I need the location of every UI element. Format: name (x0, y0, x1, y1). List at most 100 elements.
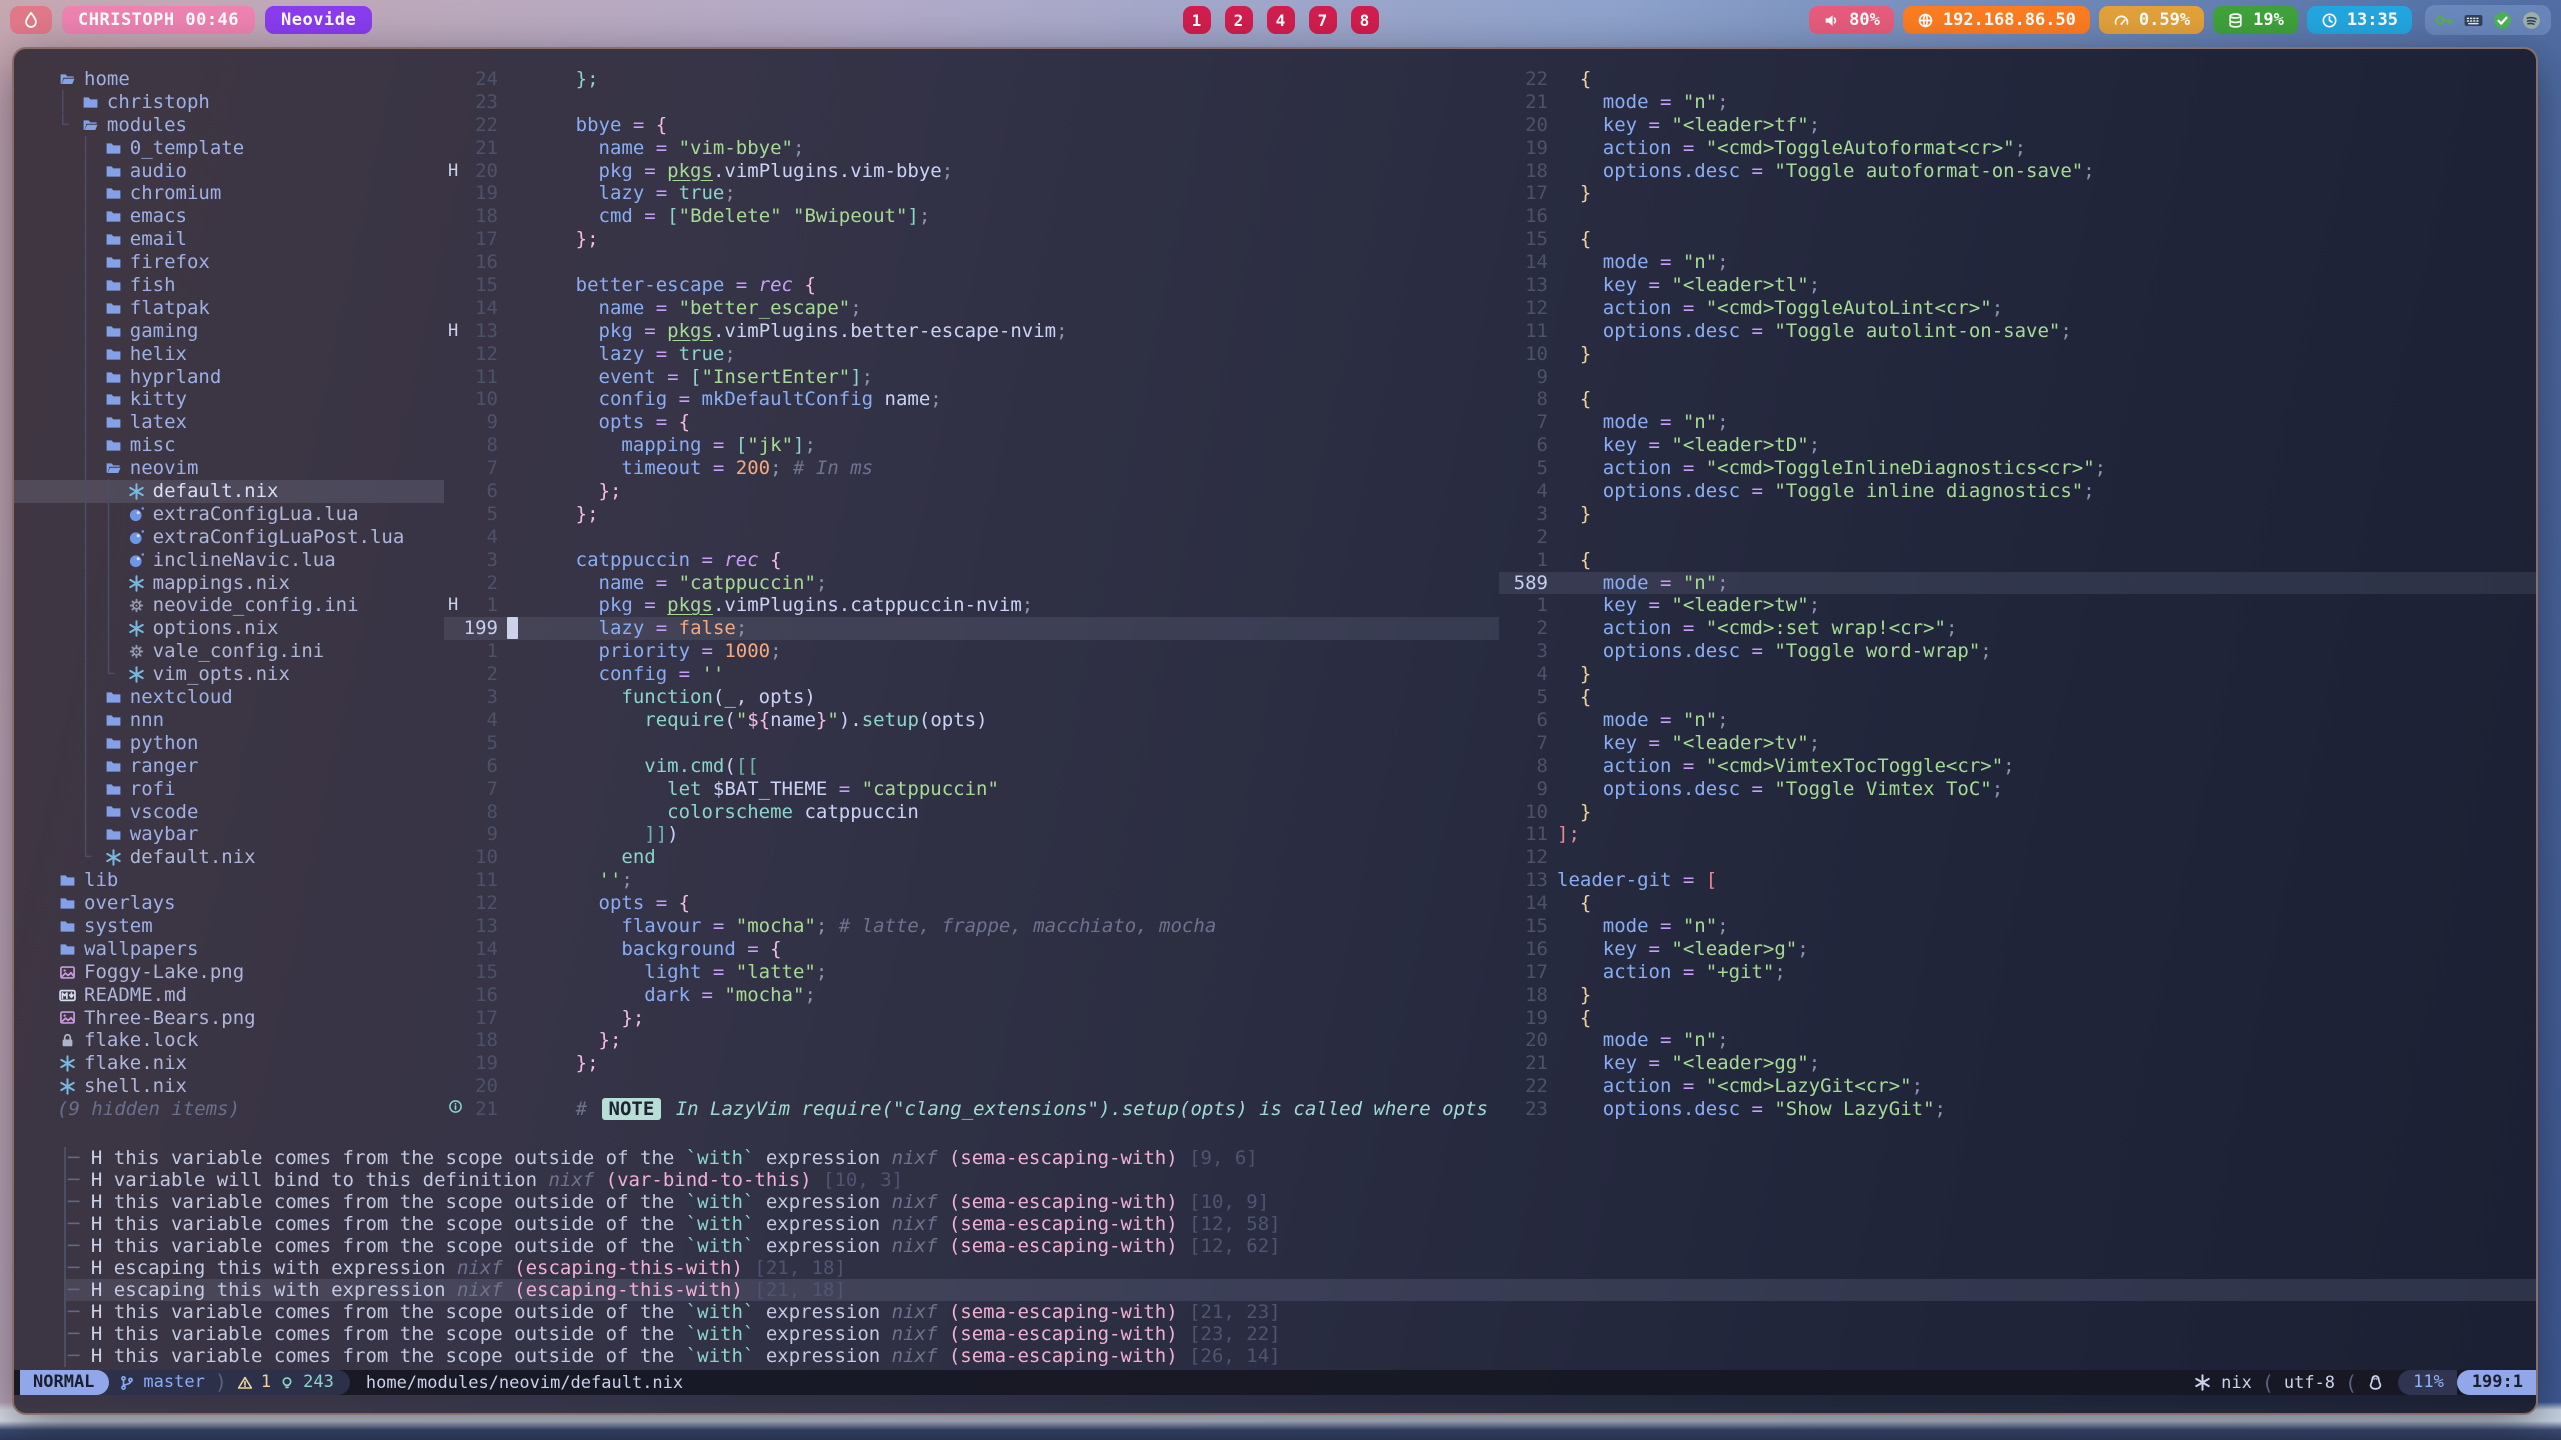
file-tree-item[interactable]: │ nnn (14, 709, 444, 732)
workspace-button-8[interactable]: 8 (1351, 6, 1379, 34)
file-tree-item[interactable]: │ vscode (14, 801, 444, 824)
code-line[interactable]: 6 vim.cmd([[ (444, 755, 1499, 778)
file-tree-item[interactable]: │ gaming (14, 320, 444, 343)
code-line[interactable]: 10 end (444, 846, 1499, 869)
file-tree-item[interactable]: │ fish (14, 274, 444, 297)
code-line[interactable]: 14 mode = "n"; (1499, 251, 2536, 274)
code-line[interactable]: 21 name = "vim-bbye"; (444, 137, 1499, 160)
file-tree-item[interactable]: │ latex (14, 411, 444, 434)
code-line[interactable]: 19 }; (444, 1052, 1499, 1075)
workspace-button-2[interactable]: 2 (1225, 6, 1253, 34)
code-line[interactable]: 18 }; (444, 1029, 1499, 1052)
code-line[interactable]: 16 (444, 251, 1499, 274)
file-tree-item[interactable]: flake.nix (14, 1052, 444, 1075)
diagnostic-row[interactable]: ─ H this variable comes from the scope o… (66, 1301, 2536, 1323)
code-line[interactable]: 19 action = "<cmd>ToggleAutoformat<cr>"; (1499, 137, 2536, 160)
code-line[interactable]: 13 flavour = "mocha"; # latte, frappe, m… (444, 915, 1499, 938)
code-line[interactable]: 17 }; (444, 228, 1499, 251)
file-tree-item[interactable]: │ misc (14, 434, 444, 457)
code-line[interactable]: 17 } (1499, 182, 2536, 205)
code-line[interactable]: 15 { (1499, 228, 2536, 251)
file-tree-item[interactable]: │ christoph (14, 91, 444, 114)
code-line[interactable]: 9 options.desc = "Toggle Vimtex ToC"; (1499, 778, 2536, 801)
code-line[interactable]: 14 background = { (444, 938, 1499, 961)
file-tree-item[interactable]: │ hyprland (14, 366, 444, 389)
file-tree-item[interactable]: │ waybar (14, 823, 444, 846)
code-line[interactable]: 24 }; (444, 68, 1499, 91)
file-tree-item[interactable]: │ ranger (14, 755, 444, 778)
code-line[interactable]: 199 lazy = false; (444, 617, 1499, 640)
code-line[interactable]: 7 key = "<leader>tv"; (1499, 732, 2536, 755)
code-line[interactable]: 18 } (1499, 984, 2536, 1007)
diagnostic-row[interactable]: ─ H variable will bind to this definitio… (66, 1169, 2536, 1191)
file-tree-item[interactable]: │ chromium (14, 182, 444, 205)
code-line[interactable]: 5 }; (444, 503, 1499, 526)
network-module[interactable]: 192.168.86.50 (1903, 6, 2090, 34)
file-tree-item[interactable]: │ │ vale_config.ini (14, 640, 444, 663)
file-tree-item[interactable]: │ python (14, 732, 444, 755)
code-line[interactable]: 2 action = "<cmd>:set wrap!<cr>"; (1499, 617, 2536, 640)
file-tree-item[interactable]: │ helix (14, 343, 444, 366)
file-tree-item[interactable]: │ firefox (14, 251, 444, 274)
code-line[interactable]: 22 action = "<cmd>LazyGit<cr>"; (1499, 1075, 2536, 1098)
keepassxc-tray-icon[interactable] (2434, 10, 2455, 31)
diagnostic-row[interactable]: ─ H this variable comes from the scope o… (66, 1323, 2536, 1345)
code-line[interactable]: 8 mapping = ["jk"]; (444, 434, 1499, 457)
file-tree-item[interactable]: │ email (14, 228, 444, 251)
code-line[interactable]: 589 mode = "n"; (1499, 572, 2536, 595)
code-line[interactable]: 17 action = "+git"; (1499, 961, 2536, 984)
spotify-tray-icon[interactable] (2521, 10, 2542, 31)
code-line[interactable]: 4 (444, 526, 1499, 549)
code-line[interactable]: 14 { (1499, 892, 2536, 915)
code-line[interactable]: 21 mode = "n"; (1499, 91, 2536, 114)
diagnostic-row[interactable]: ─ H escaping this with expression nixf (… (66, 1279, 2536, 1301)
code-line[interactable]: 4 require("${name}").setup(opts) (444, 709, 1499, 732)
code-line[interactable]: 4 } (1499, 663, 2536, 686)
diagnostic-row[interactable]: ─ H escaping this with expression nixf (… (66, 1257, 2536, 1279)
code-line[interactable]: 9 (1499, 366, 2536, 389)
code-line[interactable]: 20 mode = "n"; (1499, 1029, 2536, 1052)
code-line[interactable]: 9 ]]) (444, 823, 1499, 846)
code-line[interactable]: 7 timeout = 200; # In ms (444, 457, 1499, 480)
code-line[interactable]: 14 name = "better_escape"; (444, 297, 1499, 320)
file-tree-item[interactable]: │ │ extraConfigLuaPost.lua (14, 526, 444, 549)
file-tree-item[interactable]: │ │ inclineNavic.lua (14, 549, 444, 572)
workspace-button-7[interactable]: 7 (1309, 6, 1337, 34)
code-line[interactable]: 12 action = "<cmd>ToggleAutoLint<cr>"; (1499, 297, 2536, 320)
editor-pane-right[interactable]: 22 {21 mode = "n";20 key = "<leader>tf";… (1499, 68, 2536, 1127)
file-tree-item[interactable]: Foggy-Lake.png (14, 961, 444, 984)
code-line[interactable]: 22 bbye = { (444, 114, 1499, 137)
diagnostic-row[interactable]: ─ H this variable comes from the scope o… (66, 1345, 2536, 1367)
code-line[interactable]: 11 ''; (444, 869, 1499, 892)
diagnostic-row[interactable]: ─ H this variable comes from the scope o… (66, 1191, 2536, 1213)
code-line[interactable]: 21 key = "<leader>gg"; (1499, 1052, 2536, 1075)
code-line[interactable]: 17 }; (444, 1007, 1499, 1030)
file-tree-item[interactable]: overlays (14, 892, 444, 915)
cpu-module[interactable]: 0.59% (2099, 6, 2204, 34)
updates-tray-icon[interactable] (2492, 10, 2513, 31)
code-line[interactable]: 2 name = "catppuccin"; (444, 572, 1499, 595)
code-line[interactable]: 20 (444, 1075, 1499, 1098)
file-tree-item[interactable]: Three-Bears.png (14, 1007, 444, 1030)
keyboard-tray-icon[interactable] (2463, 10, 2484, 31)
code-line[interactable]: 13 key = "<leader>tl"; (1499, 274, 2536, 297)
code-line[interactable]: 7 let $BAT_THEME = "catppuccin" (444, 778, 1499, 801)
file-tree-item[interactable]: │ └ vim_opts.nix (14, 663, 444, 686)
code-line[interactable]: 15 light = "latte"; (444, 961, 1499, 984)
code-line[interactable]: 1 priority = 1000; (444, 640, 1499, 663)
workspace-button-4[interactable]: 4 (1267, 6, 1295, 34)
workspace-button-1[interactable]: 1 (1183, 6, 1211, 34)
file-tree-item[interactable]: │ emacs (14, 205, 444, 228)
code-line[interactable]: 8 { (1499, 388, 2536, 411)
code-line[interactable]: 15 mode = "n"; (1499, 915, 2536, 938)
code-line[interactable]: H20 pkg = pkgs.vimPlugins.vim-bbye; (444, 160, 1499, 183)
code-line[interactable]: 10 } (1499, 801, 2536, 824)
code-line[interactable]: 22 { (1499, 68, 2536, 91)
file-tree-item[interactable]: README.md (14, 984, 444, 1007)
code-line[interactable]: 3 } (1499, 503, 2536, 526)
code-line[interactable]: H1 pkg = pkgs.vimPlugins.catppuccin-nvim… (444, 594, 1499, 617)
file-tree-item[interactable]: │ nextcloud (14, 686, 444, 709)
file-tree-item[interactable]: system (14, 915, 444, 938)
code-line[interactable]: 1 key = "<leader>tw"; (1499, 594, 2536, 617)
code-line[interactable]: 3 catppuccin = rec { (444, 549, 1499, 572)
